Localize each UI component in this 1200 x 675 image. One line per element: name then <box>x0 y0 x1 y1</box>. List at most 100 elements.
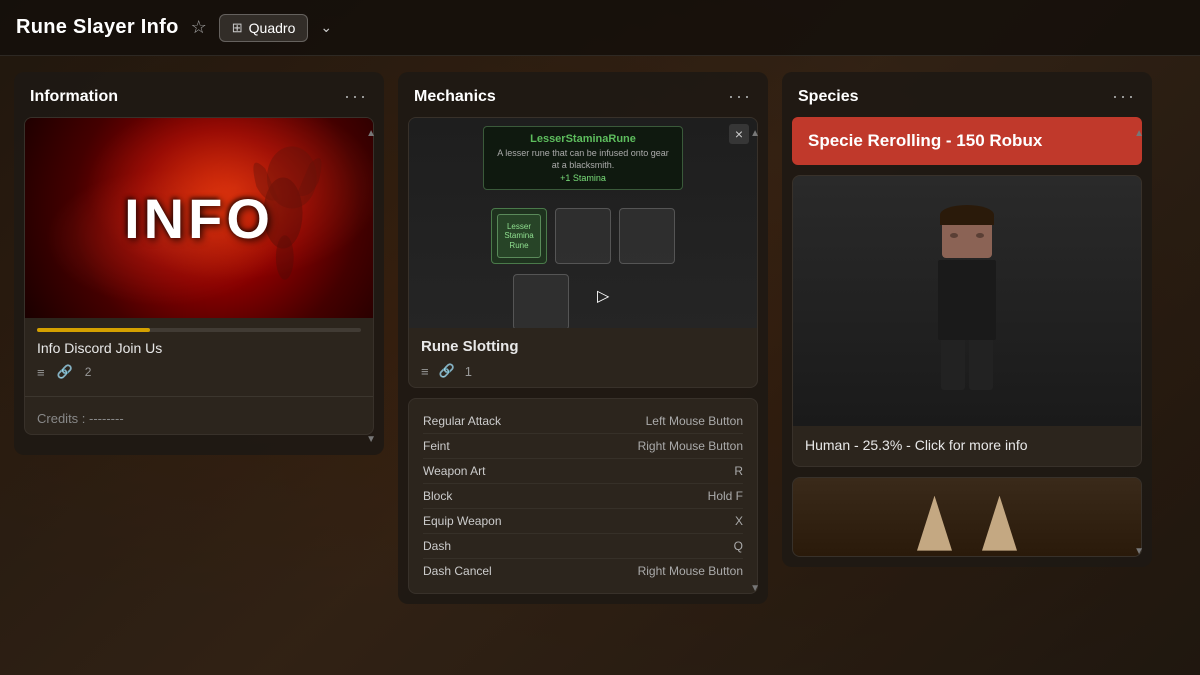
card-info-image: INFO <box>25 118 373 318</box>
controls-row: Weapon Art R <box>423 459 743 484</box>
column-information-scroll[interactable]: INFO Info Discord Join Us ≡ 🔗 2 Credits … <box>14 117 384 455</box>
rune-screenshot: LesserStaminaRune A lesser rune that can… <box>409 118 757 328</box>
controls-action: Weapon Art <box>423 464 485 478</box>
card-species-banner[interactable]: Specie Rerolling - 150 Robux <box>792 117 1142 165</box>
game-ui: LesserStaminaRune A lesser rune that can… <box>409 118 757 328</box>
column-species-menu[interactable]: ··· <box>1112 86 1136 107</box>
column-mechanics-scroll[interactable]: LesserStaminaRune A lesser rune that can… <box>398 117 768 604</box>
column-mechanics-title: Mechanics <box>414 88 496 106</box>
species-banner-text: Specie Rerolling - 150 Robux <box>808 131 1042 150</box>
column-species: Species ··· Specie Rerolling - 150 Robux <box>782 72 1152 567</box>
species-scroll-up[interactable]: ▲ <box>1134 128 1144 139</box>
column-mechanics-menu[interactable]: ··· <box>728 86 752 107</box>
header: Rune Slayer Info ☆ ⊞ Quadro ⌄ <box>0 0 1200 56</box>
controls-key: R <box>734 464 743 478</box>
card-info-meta: ≡ 🔗 2 <box>37 364 361 380</box>
controls-row: Feint Right Mouse Button <box>423 434 743 459</box>
scroll-up-arrow[interactable]: ▲ <box>366 128 376 139</box>
info-image-bg: INFO <box>25 118 373 318</box>
card-divider <box>25 396 373 397</box>
mechanics-scroll-up[interactable]: ▲ <box>750 128 760 139</box>
controls-action: Feint <box>423 439 450 453</box>
char-figure <box>938 213 996 390</box>
attach-icon: 🔗 <box>57 364 73 380</box>
column-species-header: Species ··· <box>782 72 1152 117</box>
char-hair <box>940 205 994 225</box>
progress-fill <box>37 328 150 332</box>
controls-table: Regular Attack Left Mouse Button Feint R… <box>423 409 743 583</box>
workspace-selector[interactable]: ⊞ Quadro <box>219 14 309 42</box>
human-image <box>793 176 1141 426</box>
controls-key: X <box>735 514 743 528</box>
card-controls: Regular Attack Left Mouse Button Feint R… <box>408 398 758 594</box>
column-information: Information ··· INFO <box>14 72 384 455</box>
slot-1[interactable]: LesserStaminaRune <box>491 208 547 264</box>
char-head <box>942 213 992 258</box>
controls-action: Dash <box>423 539 451 553</box>
card-elf[interactable] <box>792 477 1142 557</box>
card-info-body: Info Discord Join Us ≡ 🔗 2 <box>25 318 373 390</box>
human-title: Human - 25.3% - Click for more info <box>805 436 1129 456</box>
column-mechanics-header: Mechanics ··· <box>398 72 768 117</box>
column-information-menu[interactable]: ··· <box>344 86 368 107</box>
controls-action: Regular Attack <box>423 414 501 428</box>
controls-action: Dash Cancel <box>423 564 492 578</box>
card-info-main[interactable]: INFO Info Discord Join Us ≡ 🔗 2 Credits … <box>24 117 374 435</box>
attach-count: 2 <box>85 365 92 379</box>
controls-row: Dash Cancel Right Mouse Button <box>423 559 743 583</box>
star-icon[interactable]: ☆ <box>191 17 207 38</box>
controls-key: Right Mouse Button <box>638 439 743 453</box>
human-info: Human - 25.3% - Click for more info <box>793 426 1141 466</box>
tooltip-rune-desc: A lesser rune that can be infused onto g… <box>494 148 672 171</box>
card-rune-slotting[interactable]: LesserStaminaRune A lesser rune that can… <box>408 117 758 388</box>
char-leg-right <box>969 340 993 390</box>
char-legs <box>941 340 993 390</box>
elf-image <box>793 478 1141 556</box>
controls-key: Right Mouse Button <box>638 564 743 578</box>
elf-ears <box>917 496 1017 551</box>
list-icon: ≡ <box>37 365 45 380</box>
elf-ear-right <box>982 496 1017 551</box>
controls-row: Block Hold F <box>423 484 743 509</box>
rune-card-body: Rune Slotting ≡ 🔗 1 <box>409 328 757 387</box>
char-body <box>938 260 996 340</box>
char-leg-left <box>941 340 965 390</box>
column-information-header: Information ··· <box>14 72 384 117</box>
workspace-label: Quadro <box>249 20 296 36</box>
column-species-scroll[interactable]: Specie Rerolling - 150 Robux <box>782 117 1152 567</box>
elf-ear-left <box>917 496 952 551</box>
mechanics-scroll-down[interactable]: ▼ <box>750 583 760 594</box>
slot-4[interactable] <box>513 274 569 328</box>
species-scroll-down[interactable]: ▼ <box>1134 546 1144 557</box>
chevron-down-icon[interactable]: ⌄ <box>320 19 332 36</box>
card-footer: Credits : -------- <box>25 403 373 434</box>
page-title: Rune Slayer Info <box>16 16 179 39</box>
controls-row: Regular Attack Left Mouse Button <box>423 409 743 434</box>
card-human[interactable]: Human - 25.3% - Click for more info <box>792 175 1142 467</box>
card-info-title: Info Discord Join Us <box>37 340 361 356</box>
info-text: INFO <box>124 186 274 251</box>
game-close-button[interactable]: × <box>729 124 749 144</box>
tooltip-rune-stat: +1 Stamina <box>494 173 672 183</box>
rune-card-title: Rune Slotting <box>421 338 745 355</box>
rune-card-meta: ≡ 🔗 1 <box>421 363 745 379</box>
workspace-icon: ⊞ <box>232 20 243 36</box>
controls-key: Left Mouse Button <box>646 414 743 428</box>
controls-key: Hold F <box>708 489 743 503</box>
column-mechanics: Mechanics ··· LesserStaminaRune A lesser… <box>398 72 768 604</box>
progress-bar <box>37 328 361 332</box>
rune-list-icon: ≡ <box>421 364 429 379</box>
rune-attach-icon: 🔗 <box>439 363 455 379</box>
controls-action: Equip Weapon <box>423 514 502 528</box>
controls-action: Block <box>423 489 452 503</box>
controls-row: Equip Weapon X <box>423 509 743 534</box>
controls-row: Dash Q <box>423 534 743 559</box>
slot-2[interactable] <box>555 208 611 264</box>
tooltip-rune-name: LesserStaminaRune <box>494 133 672 145</box>
scroll-down-arrow[interactable]: ▼ <box>366 434 376 445</box>
slot-rune: LesserStaminaRune <box>497 214 541 258</box>
slot-3[interactable] <box>619 208 675 264</box>
rune-attach-count: 1 <box>465 364 472 379</box>
column-species-title: Species <box>798 88 858 106</box>
column-information-title: Information <box>30 88 118 106</box>
